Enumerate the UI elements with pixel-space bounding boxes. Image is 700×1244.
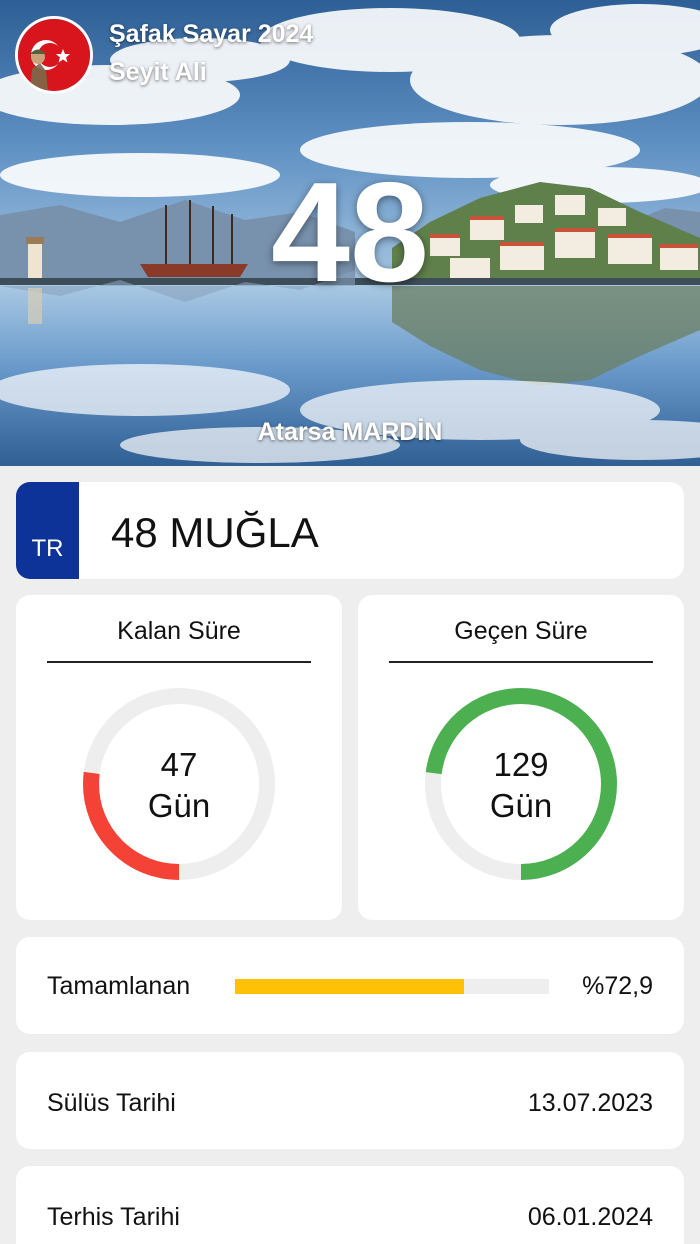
license-plate-card[interactable]: TR 48 MUĞLA (16, 482, 684, 579)
plate-text: 48 MUĞLA (111, 509, 319, 556)
completed-label: Tamamlanan (47, 972, 191, 1000)
discharge-date-card: Terhis Tarihi 06.01.2024 (16, 1166, 684, 1244)
induction-date-value: 13.07.2023 (527, 1089, 653, 1117)
completed-progress-bar (235, 979, 549, 994)
remaining-days-big: 48 (271, 153, 429, 312)
remaining-days-unit: Gün (147, 787, 211, 824)
discharge-date-label: Terhis Tarihi (47, 1203, 180, 1231)
user-name: Seyit Ali (109, 58, 207, 86)
induction-date-card: Sülüs Tarihi 13.07.2023 (16, 1052, 684, 1149)
elapsed-time-label: Geçen Süre (454, 617, 588, 645)
plate-country-code: TR (31, 535, 64, 562)
remaining-time-card: Kalan Süre 47 Gün (16, 595, 342, 920)
plate-country-strip: TR (16, 482, 79, 579)
completed-percent: %72,9 (582, 972, 653, 1000)
elapsed-days-unit: Gün (489, 787, 553, 824)
app-title: Şafak Sayar 2024 (109, 20, 314, 48)
remaining-time-label: Kalan Süre (117, 617, 241, 645)
hero-banner: Şafak Sayar 2024 Seyit Ali 48 Atarsa MAR… (0, 0, 700, 466)
elapsed-days-value: 129 (493, 746, 549, 783)
discharge-date-value: 06.01.2024 (527, 1203, 653, 1231)
soldier-flag-avatar-icon[interactable] (15, 16, 93, 94)
elapsed-time-card: Geçen Süre 129 Gün (358, 595, 684, 920)
completed-progress-fill (235, 979, 464, 994)
remaining-days-value: 47 (160, 746, 198, 783)
induction-date-label: Sülüs Tarihi (47, 1089, 176, 1117)
divider (47, 661, 311, 663)
completed-progress-card: Tamamlanan %72,9 (16, 937, 684, 1034)
divider (389, 661, 653, 663)
location-label: Atarsa MARDİN (257, 418, 443, 446)
